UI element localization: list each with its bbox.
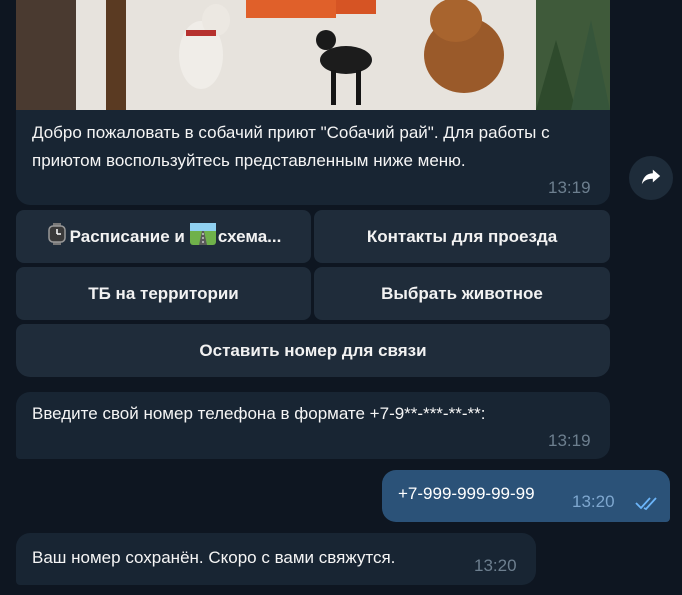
phone-request-message-text: Введите свой номер телефона в формате +7…	[32, 404, 486, 423]
leave-number-button[interactable]: Оставить номер для связи	[16, 324, 610, 377]
outgoing-phone-message-bubble: +7-999-999-99-99 13:20	[382, 470, 670, 522]
outgoing-phone-message-text: +7-999-999-99-99	[398, 484, 535, 503]
number-saved-message-bubble: Ваш номер сохранён. Скоро с вами свяжутс…	[16, 533, 536, 585]
schedule-and-map-button[interactable]: Расписание и схема...	[16, 210, 311, 263]
welcome-message-text: Добро пожаловать в собачий приют "Собачи…	[32, 123, 550, 170]
safety-rules-button[interactable]: ТБ на территории	[16, 267, 311, 320]
schedule-button-label-2: схема...	[217, 226, 282, 246]
watch-icon	[46, 223, 68, 250]
message-timestamp: 13:20	[474, 556, 517, 575]
dog-shelter-photo[interactable]	[16, 0, 610, 110]
road-map-icon	[189, 223, 216, 250]
contacts-button[interactable]: Контакты для проезда	[314, 210, 610, 263]
message-timestamp: 13:19	[548, 431, 591, 450]
forward-button[interactable]	[629, 156, 673, 200]
schedule-button-label: Расписание и	[69, 226, 185, 246]
message-timestamp: 13:19	[548, 178, 591, 197]
number-saved-message-text: Ваш номер сохранён. Скоро с вами свяжутс…	[32, 548, 396, 567]
double-check-icon	[635, 495, 661, 516]
choose-animal-button[interactable]: Выбрать животное	[314, 267, 610, 320]
forward-arrow-icon	[640, 165, 662, 192]
message-timestamp: 13:20	[572, 492, 615, 511]
phone-request-message-bubble: Введите свой номер телефона в формате +7…	[16, 392, 610, 459]
welcome-message-bubble: Добро пожаловать в собачий приют "Собачи…	[16, 110, 610, 205]
